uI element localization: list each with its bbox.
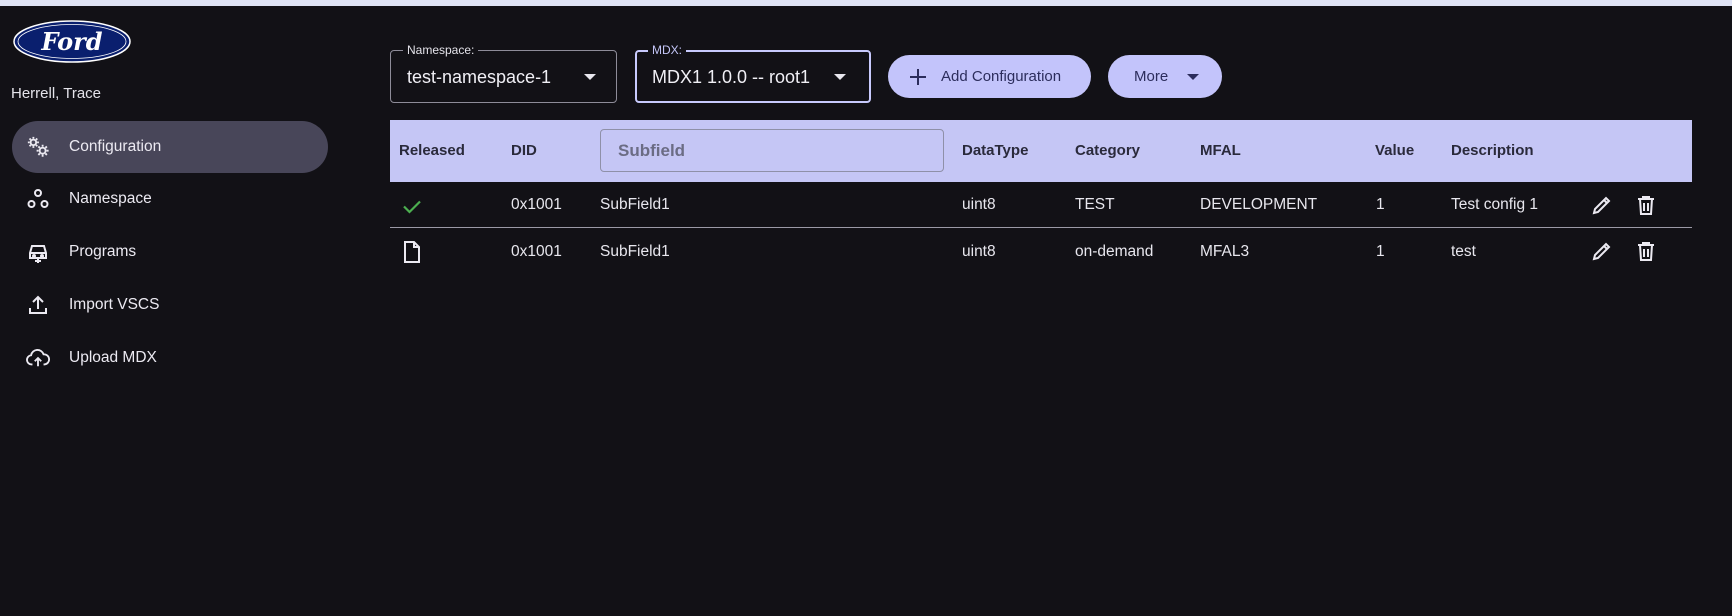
user-name: Herrell, Trace [11,85,102,102]
header-datatype[interactable]: DataType [962,142,1028,159]
chevron-down-icon [584,74,596,80]
gears-icon [26,135,50,159]
nodes-icon [26,187,50,211]
header-description[interactable]: Description [1451,142,1534,159]
chevron-down-icon [834,74,846,80]
ford-logo: Ford [13,20,131,63]
pencil-icon[interactable] [1590,239,1614,263]
table-header: Released DID DataType Category MFAL Valu… [390,120,1692,182]
namespace-legend: Namespace: [403,42,479,58]
cell-did: 0x1001 [511,243,562,260]
pencil-icon[interactable] [1590,193,1614,217]
header-mfal[interactable]: MFAL [1200,142,1241,159]
sidebar-item-label: Configuration [69,138,162,155]
namespace-select[interactable]: Namespace: test-namespace-1 [390,42,617,103]
document-icon [400,240,424,264]
cell-value: 1 [1376,243,1385,260]
cell-mfal: MFAL3 [1200,243,1250,260]
mdx-select[interactable]: MDX: MDX1 1.0.0 -- root1 [635,42,871,103]
ford-logo-text: Ford [40,27,102,56]
cell-description: test [1451,243,1476,260]
mdx-legend: MDX: [648,42,686,58]
sidebar-item-label: Upload MDX [69,349,157,366]
trash-icon[interactable] [1634,239,1658,263]
sidebar-item-upload-mdx[interactable]: Upload MDX [12,332,328,384]
cell-subfield: SubField1 [600,196,670,213]
table-row[interactable]: 0x1001 SubField1 uint8 on-demand MFAL3 1… [390,229,1692,275]
cell-value: 1 [1376,196,1385,213]
cell-datatype: uint8 [962,196,996,213]
cell-category: on-demand [1075,243,1154,260]
upload-icon [26,293,50,317]
cell-category: TEST [1075,196,1115,213]
trash-icon[interactable] [1634,193,1658,217]
sidebar-item-configuration[interactable]: Configuration [12,121,328,173]
add-configuration-button[interactable]: Add Configuration [888,55,1091,98]
top-strip [0,0,1732,6]
table-row[interactable]: 0x1001 SubField1 uint8 TEST DEVELOPMENT … [390,182,1692,228]
cell-description: Test config 1 [1451,196,1539,213]
sidebar-item-label: Import VSCS [69,296,160,313]
header-value[interactable]: Value [1375,142,1414,159]
cell-did: 0x1001 [511,196,562,213]
cell-mfal: DEVELOPMENT [1200,196,1318,213]
add-configuration-label: Add Configuration [941,68,1062,85]
check-icon [400,194,424,218]
mdx-value: MDX1 1.0.0 -- root1 [652,67,811,87]
plus-icon [909,68,927,86]
cell-subfield: SubField1 [600,243,670,260]
header-category[interactable]: Category [1075,142,1140,159]
more-button[interactable]: More [1108,55,1222,98]
sidebar-item-programs[interactable]: Programs [12,226,328,278]
sidebar-item-namespace[interactable]: Namespace [12,173,328,225]
more-label: More [1134,68,1169,85]
namespace-value: test-namespace-1 [407,67,552,87]
caret-down-icon [1187,74,1199,80]
sidebar-item-label: Programs [69,243,137,260]
subfield-filter-input[interactable] [600,129,944,172]
cell-datatype: uint8 [962,243,996,260]
cloud-upload-icon [26,346,50,370]
header-released[interactable]: Released [399,142,465,159]
vehicle-icon [26,240,50,264]
sidebar-item-label: Namespace [69,190,152,207]
sidebar-item-import-vscs[interactable]: Import VSCS [12,279,328,331]
header-did[interactable]: DID [511,142,537,159]
